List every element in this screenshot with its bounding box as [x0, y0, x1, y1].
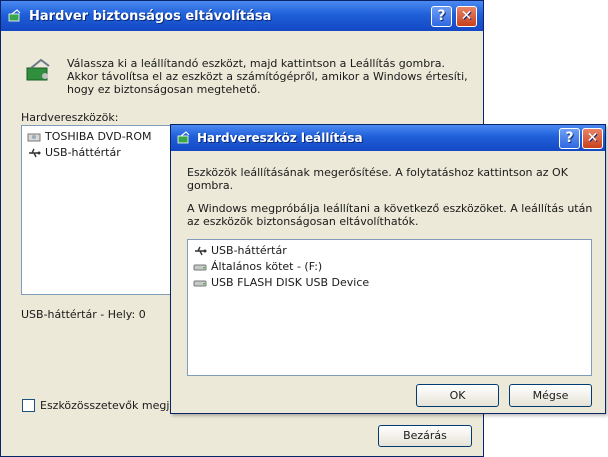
hardware-icon	[177, 131, 190, 144]
hardware-icon	[26, 58, 50, 81]
ok-button[interactable]: OK	[416, 384, 499, 407]
confirm-line-1: Eszközök leállításának megerősítése. A f…	[187, 166, 568, 179]
list-item-dvd-rom[interactable]: TOSHIBA DVD-ROM	[27, 130, 151, 144]
device-status: USB-háttértár - Hely: 0	[21, 308, 146, 321]
device-label: USB FLASH DISK USB Device	[211, 276, 370, 289]
info-line-2: az eszközök biztonságosan eltávolíthatók…	[187, 215, 419, 228]
cd-drive-icon	[27, 133, 41, 142]
instruction-line-3: hogy ez biztonságosan megtehető.	[67, 83, 261, 96]
help-icon: ?	[437, 8, 446, 24]
dialog-close-button[interactable]: ✕	[582, 128, 603, 149]
usb-icon	[29, 148, 41, 158]
close-window-button[interactable]: ✕	[456, 6, 477, 27]
list-item-usb-storage[interactable]: USB-háttértár	[27, 146, 121, 160]
device-label: USB-háttértár	[45, 146, 121, 159]
stop-hardware-dialog: Hardvereszköz leállítása ? ✕ Eszközök le…	[170, 124, 606, 414]
hardware-icon	[8, 9, 21, 22]
close-icon: ✕	[460, 8, 473, 24]
list-item-usb-storage[interactable]: USB-háttértár	[193, 244, 287, 258]
drive-icon	[193, 280, 207, 287]
close-icon: ✕	[586, 130, 599, 146]
help-icon: ?	[565, 130, 574, 146]
instruction-line-2: Akkor távolítsa el az eszközt a számítóg…	[67, 70, 468, 83]
main-window-title: Hardver biztonságos eltávolítása	[29, 9, 272, 24]
main-titlebar[interactable]: Hardver biztonságos eltávolítása ? ✕	[1, 1, 483, 31]
device-label: TOSHIBA DVD-ROM	[45, 130, 152, 143]
show-components-checkbox[interactable]	[22, 399, 35, 412]
list-item-flash-disk[interactable]: USB FLASH DISK USB Device	[193, 276, 369, 290]
usb-icon	[195, 246, 207, 256]
show-components-label: Eszközösszetevők megj	[40, 399, 170, 412]
devices-label: Hardvereszközök:	[21, 111, 119, 124]
list-item-volume-f[interactable]: Általános kötet - (F:)	[193, 260, 322, 274]
close-button[interactable]: Bezárás	[378, 425, 472, 447]
dialog-titlebar[interactable]: Hardvereszköz leállítása ? ✕	[171, 125, 605, 151]
confirm-line-2: gombra.	[187, 179, 234, 192]
stop-device-list[interactable]: USB-háttértár Általános kötet - (F:) USB…	[187, 239, 592, 376]
help-button[interactable]: ?	[431, 6, 452, 27]
drive-icon	[193, 264, 207, 271]
device-label: Általános kötet - (F:)	[211, 260, 323, 273]
dialog-help-button[interactable]: ?	[559, 128, 580, 149]
info-line-1: A Windows megpróbálja leállítani a követ…	[187, 202, 593, 215]
dialog-title: Hardvereszköz leállítása	[197, 131, 363, 145]
instruction-line-1: Válassza ki a leállítandó eszközt, majd …	[67, 57, 445, 70]
cancel-button[interactable]: Mégse	[509, 384, 592, 407]
device-label: USB-háttértár	[211, 244, 287, 257]
